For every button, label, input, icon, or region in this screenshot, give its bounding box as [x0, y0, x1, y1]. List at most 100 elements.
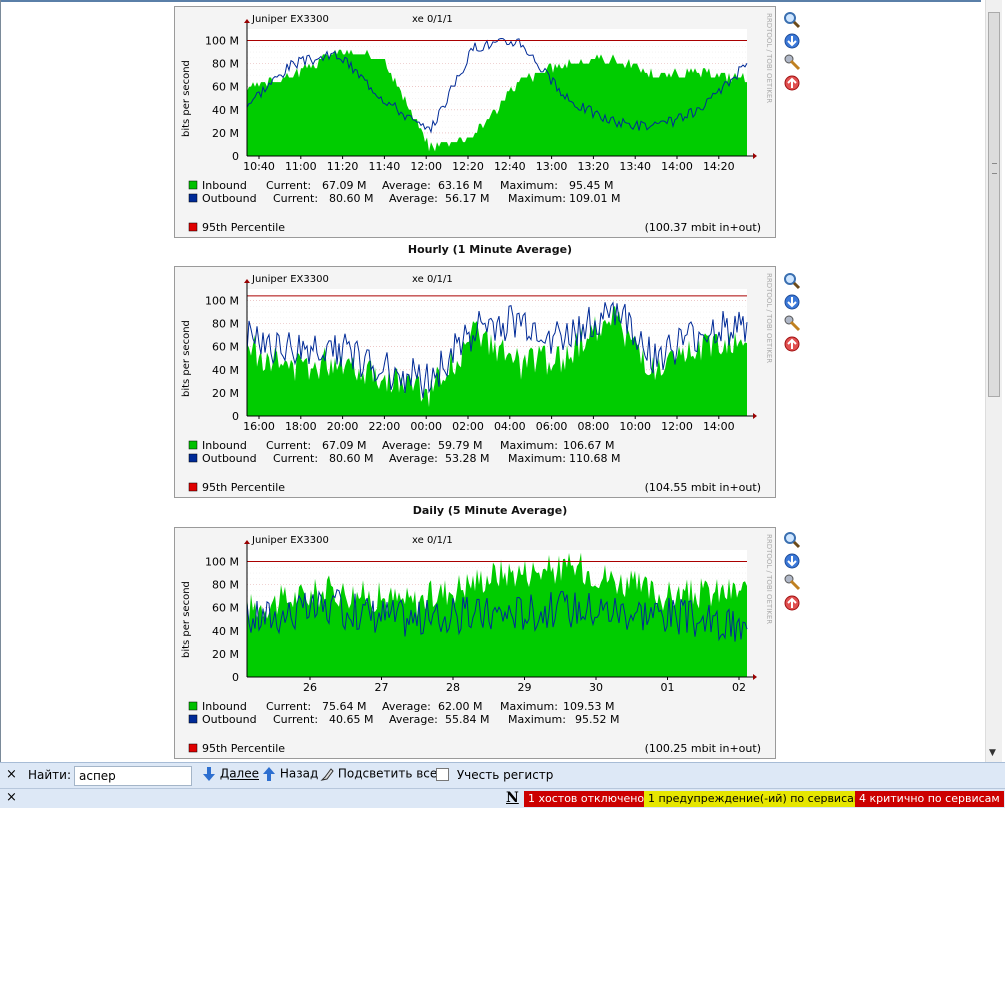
- rrdtool-watermark: RRDTOOL / TOBI OETIKER: [765, 13, 773, 103]
- x-tick-label: 11:00: [285, 160, 317, 173]
- arrow-up-icon: [263, 767, 275, 781]
- outbound-current: 40.65 M: [329, 713, 373, 726]
- rrdtool-watermark: RRDTOOL / TOBI OETIKER: [765, 534, 773, 624]
- status-bar-close-icon[interactable]: ×: [6, 790, 17, 805]
- x-tick-label: 10:40: [243, 160, 275, 173]
- graph-daily-svg: Juniper EX3300 xe 0/1/1 bits per second …: [181, 273, 773, 494]
- match-case-checkbox[interactable]: [436, 768, 449, 781]
- inbound-average: 63.16 M: [438, 179, 482, 192]
- outbound-swatch: [188, 193, 198, 203]
- download-icon[interactable]: [783, 32, 801, 50]
- x-axis-arrow-icon: [753, 153, 757, 159]
- inbound-swatch: [188, 180, 198, 190]
- x-tick-label: 08:00: [578, 420, 610, 433]
- x-tick-label: 13:40: [619, 160, 651, 173]
- x-tick-label: 18:00: [285, 420, 317, 433]
- inbound-average-label: Average:: [382, 700, 431, 713]
- y-tick-label: 60 M: [212, 81, 239, 94]
- y-tick-label: 20 M: [212, 127, 239, 140]
- outbound-average: 53.28 M: [445, 452, 489, 465]
- inbound-label: Inbound: [202, 700, 247, 713]
- y-axis-label: bits per second: [181, 320, 192, 397]
- settings-icon[interactable]: [783, 53, 801, 71]
- settings-icon[interactable]: [783, 314, 801, 332]
- remove-icon[interactable]: [783, 594, 801, 612]
- inbound-current-label: Current:: [266, 700, 311, 713]
- download-icon[interactable]: [783, 293, 801, 311]
- plot-area: 100 M 80 M 60 M 40 M 20 M 0 16:00 18:00 20:00 22:…: [205, 279, 757, 433]
- x-tick-label: 12:40: [494, 160, 526, 173]
- y-tick-label: 0: [232, 671, 239, 684]
- outbound-maximum: 95.52 M: [575, 713, 619, 726]
- x-tick-label: 01: [661, 681, 675, 694]
- inbound-label: Inbound: [202, 439, 247, 452]
- scrollbar-thumb[interactable]: [988, 12, 1000, 397]
- x-axis-arrow-icon: [753, 674, 757, 680]
- outbound-maximum-label: Maximum:: [508, 192, 566, 205]
- x-tick-label: 12:20: [452, 160, 484, 173]
- outbound-average: 55.84 M: [445, 713, 489, 726]
- find-bar: × Найти: Далее Назад Подсветить все Учес…: [0, 762, 1005, 788]
- find-next-button[interactable]: Далее: [202, 766, 259, 782]
- rrdtool-watermark: RRDTOOL / TOBI OETIKER: [765, 273, 773, 363]
- x-tick-label: 11:20: [327, 160, 359, 173]
- settings-icon[interactable]: [783, 573, 801, 591]
- graph-hourly[interactable]: Juniper EX3300 xe 0/1/1 bits per second …: [174, 6, 776, 238]
- highlight-all-button[interactable]: Подсветить все: [320, 766, 437, 782]
- zoom-icon[interactable]: [783, 272, 801, 290]
- inbound-current-label: Current:: [266, 179, 311, 192]
- hosts-down-badge[interactable]: 1 хостов отключено: [524, 791, 649, 807]
- graph-device-label: Juniper EX3300: [251, 14, 329, 25]
- y-tick-label: 60 M: [212, 602, 239, 615]
- remove-icon[interactable]: [783, 74, 801, 92]
- outbound-label: Outbound: [202, 192, 257, 205]
- graph-weekly[interactable]: Juniper EX3300 xe 0/1/1 bits per second …: [174, 527, 776, 759]
- graph-daily[interactable]: Juniper EX3300 xe 0/1/1 bits per second …: [174, 266, 776, 498]
- y-axis-arrow-icon: [244, 19, 250, 23]
- x-tick-label: 26: [303, 681, 317, 694]
- x-tick-label: 02: [732, 681, 746, 694]
- service-warnings-badge[interactable]: 1 предупреждение(-ий) по сервисам: [644, 791, 867, 807]
- graph-device-label: Juniper EX3300: [251, 274, 329, 285]
- x-tick-label: 14:00: [661, 160, 693, 173]
- y-tick-label: 80 M: [212, 58, 239, 71]
- percentile-label: 95th Percentile: [202, 481, 285, 494]
- x-tick-label: 27: [375, 681, 389, 694]
- zoom-icon[interactable]: [783, 531, 801, 549]
- zoom-icon[interactable]: [783, 11, 801, 29]
- y-tick-label: 40 M: [212, 104, 239, 117]
- service-critical-badge[interactable]: 4 критично по сервисам: [855, 791, 1004, 807]
- graph-actions: [783, 272, 803, 356]
- inbound-maximum: 106.67 M: [563, 439, 614, 452]
- match-case-toggle[interactable]: Учесть регистр: [436, 768, 553, 782]
- percentile-label: 95th Percentile: [202, 742, 285, 755]
- find-bar-close-icon[interactable]: ×: [6, 767, 17, 782]
- percentile-value: (100.25 mbit in+out): [645, 742, 761, 755]
- outbound-average-label: Average:: [389, 192, 438, 205]
- scroll-down-arrow-icon[interactable]: ▼: [989, 748, 996, 758]
- x-tick-label: 30: [589, 681, 603, 694]
- find-input[interactable]: [74, 766, 192, 786]
- vertical-scrollbar[interactable]: ▼: [985, 0, 1002, 762]
- outbound-maximum-label: Maximum:: [508, 713, 566, 726]
- x-tick-label: 22:00: [369, 420, 401, 433]
- percentile-value: (104.55 mbit in+out): [645, 481, 761, 494]
- match-case-label: Учесть регистр: [456, 768, 554, 782]
- x-tick-label: 12:00: [410, 160, 442, 173]
- x-tick-label: 28: [446, 681, 460, 694]
- top-border: [1, 0, 981, 2]
- inbound-current: 67.09 M: [322, 179, 366, 192]
- outbound-maximum: 109.01 M: [569, 192, 620, 205]
- inbound-average-label: Average:: [382, 439, 431, 452]
- remove-icon[interactable]: [783, 335, 801, 353]
- x-tick-label: 10:00: [619, 420, 651, 433]
- status-bar: × N 1 хостов отключено 1 предупреждение(…: [0, 788, 1005, 808]
- find-label: Найти:: [28, 768, 72, 782]
- find-prev-button[interactable]: Назад: [262, 766, 318, 782]
- nagios-icon[interactable]: N: [506, 790, 519, 806]
- inbound-current: 75.64 M: [322, 700, 366, 713]
- highlight-all-label: Подсветить все: [337, 766, 438, 781]
- outbound-current-label: Current:: [273, 452, 318, 465]
- inbound-maximum: 95.45 M: [569, 179, 613, 192]
- download-icon[interactable]: [783, 552, 801, 570]
